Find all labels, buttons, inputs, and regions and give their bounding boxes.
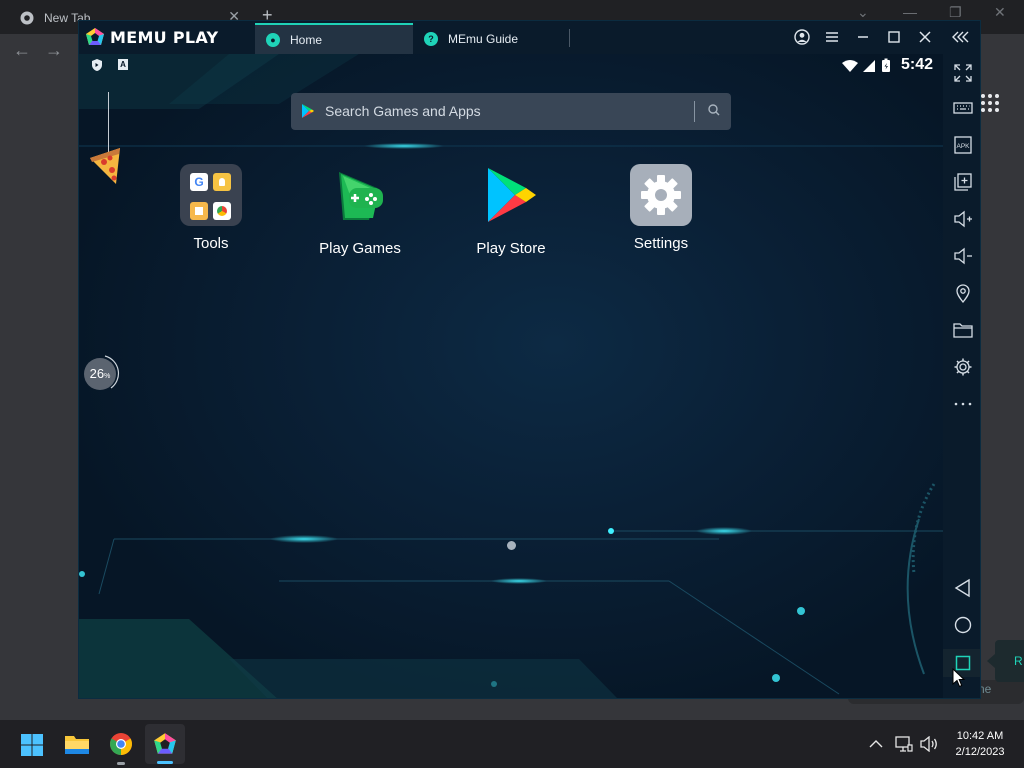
pizza-widget-icon[interactable] <box>84 144 124 188</box>
search-bar[interactable]: Search Games and Apps <box>291 93 731 130</box>
memu-logo-text: MEMU PLAY <box>110 27 219 47</box>
start-icon[interactable] <box>20 733 44 757</box>
battery-icon <box>882 58 890 72</box>
taskbar-clock[interactable]: 10:42 AM 2/12/2023 <box>946 728 1014 760</box>
play-store-mini-icon <box>302 104 314 118</box>
app-play-games[interactable]: Play Games <box>305 164 415 257</box>
browser-minimize-icon[interactable]: — <box>903 4 917 20</box>
memu-icon <box>154 733 176 754</box>
chrome-favicon-icon <box>20 11 34 25</box>
search-icon[interactable] <box>707 103 721 117</box>
tab-separator <box>569 29 570 47</box>
chevron-up-icon[interactable] <box>869 738 883 750</box>
tab-home[interactable]: ● Home <box>255 23 413 54</box>
browser-tab-search-icon[interactable]: ⌄ <box>857 4 869 21</box>
menu-icon[interactable] <box>825 30 839 44</box>
app-play-store-label: Play Store <box>476 240 546 257</box>
browser-forward-icon[interactable]: → <box>45 40 63 61</box>
app-play-games-label: Play Games <box>319 240 401 257</box>
settings-icon[interactable] <box>953 357 973 377</box>
taskbar-time: 10:42 AM <box>956 730 1004 742</box>
settings-app-icon <box>630 164 692 226</box>
network-icon[interactable] <box>895 736 913 752</box>
play-store-icon <box>488 168 536 222</box>
volume-up-icon[interactable] <box>953 209 973 229</box>
cleanup-progress-arc <box>104 355 120 389</box>
search-placeholder: Search Games and Apps <box>325 103 481 119</box>
taskbar: 10:42 AM 2/12/2023 <box>0 720 1024 768</box>
back-icon[interactable] <box>953 578 973 598</box>
keyboard-icon[interactable] <box>953 98 973 118</box>
wallpaper-decoration <box>79 54 943 698</box>
memu-logo-icon <box>86 28 104 45</box>
browser-close-icon[interactable]: ✕ <box>994 4 1006 21</box>
memu-side-toolbar: APK <box>943 54 980 698</box>
app-tools[interactable]: G Tools <box>156 164 266 252</box>
recent-apps-tooltip: R <box>987 640 1024 682</box>
folder-icon[interactable] <box>953 320 973 340</box>
location-icon[interactable] <box>953 283 973 303</box>
play-games-icon <box>339 172 383 220</box>
google-apps-icon[interactable] <box>981 94 999 112</box>
memu-taskbar-item[interactable] <box>145 724 185 764</box>
home-tab-icon: ● <box>266 32 280 47</box>
shield-icon <box>92 59 102 71</box>
minimize-icon[interactable] <box>856 30 870 44</box>
tab-memu-guide[interactable]: ? MEmu Guide <box>413 23 571 54</box>
app-tools-label: Tools <box>193 235 229 252</box>
volume-icon[interactable] <box>920 736 938 752</box>
fullscreen-icon[interactable] <box>953 63 973 83</box>
chrome-running-indicator <box>117 762 125 765</box>
volume-down-icon[interactable] <box>953 246 973 266</box>
chrome-icon[interactable] <box>109 732 133 756</box>
memu-window: MEMU PLAY ● Home ? MEmu Guide A 5:42 Sea… <box>78 20 981 699</box>
browser-maximize-icon[interactable]: ❐ <box>949 4 962 21</box>
app-play-store[interactable]: Play Store <box>456 164 566 257</box>
maximize-icon[interactable] <box>887 30 901 44</box>
memu-running-indicator <box>157 761 173 764</box>
multi-instance-icon[interactable] <box>953 172 973 192</box>
memu-titlebar: MEMU PLAY ● Home ? MEmu Guide <box>79 21 980 54</box>
signal-icon <box>863 60 875 72</box>
svg-text:APK: APK <box>956 143 970 150</box>
guide-tab-icon: ? <box>424 31 438 46</box>
file-explorer-icon[interactable] <box>64 733 90 755</box>
page-indicator-dot <box>507 541 516 550</box>
app-settings[interactable]: Settings <box>606 164 716 252</box>
collapse-sidebar-icon[interactable] <box>951 30 969 44</box>
taskbar-date: 2/12/2023 <box>955 746 1005 758</box>
status-notification-badge: A <box>118 59 128 70</box>
search-divider <box>694 101 695 122</box>
more-icon[interactable] <box>953 394 973 414</box>
status-clock: 5:42 <box>901 56 934 73</box>
memu-logo: MEMU PLAY <box>85 27 218 47</box>
android-home-screen[interactable]: A 5:42 Search Games and Apps G Tools Pla… <box>79 54 943 698</box>
tools-folder-icon: G <box>180 164 242 226</box>
wifi-icon <box>842 60 858 72</box>
close-icon[interactable] <box>918 30 932 44</box>
home-icon[interactable] <box>953 615 973 635</box>
status-icons <box>841 58 899 79</box>
tab-home-label: Home <box>290 32 323 47</box>
mouse-cursor <box>952 668 966 688</box>
browser-back-icon[interactable]: ← <box>13 40 31 61</box>
app-settings-label: Settings <box>633 235 689 252</box>
tab-memu-guide-label: MEmu Guide <box>448 31 519 46</box>
apk-icon[interactable]: APK <box>953 135 973 155</box>
account-icon[interactable] <box>794 29 810 45</box>
